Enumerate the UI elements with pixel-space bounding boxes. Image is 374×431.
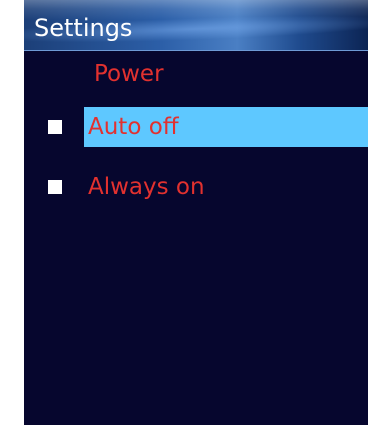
section-title: Power: [94, 61, 164, 87]
title-bar: Settings: [24, 0, 368, 51]
menu-item-label: Auto off: [88, 114, 179, 140]
settings-screen: Settings Power Auto off Always on: [24, 0, 368, 425]
screen-title: Settings: [34, 14, 133, 42]
bullet-icon: [48, 120, 62, 134]
menu-item-auto-off[interactable]: Auto off: [24, 107, 368, 147]
bullet-icon: [48, 180, 62, 194]
menu-item-label: Always on: [88, 174, 205, 200]
menu-item-always-on[interactable]: Always on: [24, 167, 368, 207]
